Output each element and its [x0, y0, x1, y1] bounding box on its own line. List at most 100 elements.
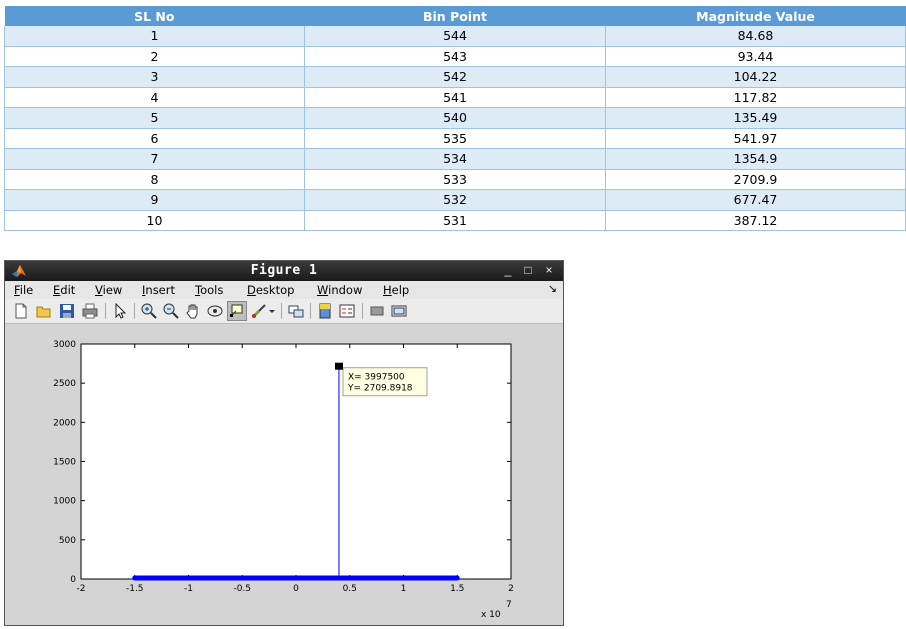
menu-insert[interactable]: Insert — [142, 283, 175, 297]
cell-sl-no: 3 — [4, 66, 305, 88]
x-tick-label: 1.5 — [450, 584, 464, 594]
x-tick-label: 2 — [508, 584, 514, 594]
cell-sl-no: 2 — [4, 46, 305, 67]
magnitude-table: SL No Bin Point Magnitude Value 1 544 84.6… — [4, 6, 906, 231]
plot-canvas[interactable]: -2 -1.5 -1 -0.5 0 0.5 1 1.5 2 0 500 1000 1500 2000 25… — [5, 324, 563, 624]
data-tip-y-text: Y= 2709.8918 — [347, 384, 413, 394]
cell-sl-no: 5 — [4, 107, 305, 129]
cell-bin-point: 534 — [304, 148, 606, 170]
cell-sl-no: 1 — [4, 26, 305, 47]
table-row: 7 534 1354.9 — [4, 148, 906, 170]
data-tip[interactable]: X= 3997500 Y= 2709.8918 — [334, 362, 428, 397]
menu-view-label: iew — [102, 283, 123, 297]
data-cursor-icon[interactable] — [227, 301, 247, 321]
toolbar-separator — [134, 303, 135, 319]
cell-magnitude-value: 2709.9 — [605, 169, 906, 190]
x-tick-label: -1 — [184, 584, 193, 594]
toolbar-separator — [105, 303, 106, 319]
menu-edit[interactable]: Edit — [53, 283, 75, 297]
cell-sl-no: 9 — [4, 189, 305, 211]
menu-tools-label: ools — [200, 283, 224, 297]
open-file-icon[interactable] — [35, 302, 53, 320]
x-tick-label: -2 — [77, 584, 86, 594]
menu-window[interactable]: Window — [317, 283, 362, 297]
menu-edit-label: dit — [60, 283, 76, 297]
y-tick-label: 1500 — [53, 458, 76, 468]
menu-desktop-mnemonic: D — [247, 283, 256, 297]
table-row: 9 532 677.47 — [4, 189, 906, 211]
window-titlebar[interactable]: Figure 1 _ □ × — [5, 261, 563, 281]
cell-bin-point: 542 — [304, 66, 606, 88]
y-tick-label: 2500 — [53, 379, 76, 389]
table-row: 2 543 93.44 — [4, 46, 906, 67]
cell-magnitude-value: 1354.9 — [605, 148, 906, 170]
menu-file-label: ile — [19, 283, 34, 297]
cell-bin-point: 543 — [304, 46, 606, 67]
cell-bin-point: 544 — [304, 26, 606, 47]
zoom-in-icon[interactable] — [140, 302, 158, 320]
menu-help-mnemonic: H — [383, 283, 392, 297]
y-tick-label: 500 — [59, 536, 76, 546]
insert-legend-icon[interactable] — [338, 302, 356, 320]
table-row: 3 542 104.22 — [4, 66, 906, 88]
cell-magnitude-value: 93.44 — [605, 46, 906, 67]
y-tick-label: 2000 — [53, 418, 76, 428]
header-sl-no: SL No — [4, 6, 305, 26]
print-icon[interactable] — [81, 302, 99, 320]
zoom-out-icon[interactable] — [162, 302, 180, 320]
new-figure-icon[interactable] — [12, 302, 30, 320]
pan-hand-icon[interactable] — [184, 302, 202, 320]
menu-tools[interactable]: Tools — [195, 283, 223, 297]
cell-bin-point: 540 — [304, 107, 606, 129]
menu-bar: File Edit View Insert Tools Desktop Wind… — [5, 281, 563, 299]
table-body: 1 544 84.68 2 543 93.44 3 542 104.22 4 541 117.82 5 5… — [4, 26, 906, 231]
hide-plot-tools-icon[interactable] — [368, 302, 386, 320]
y-tick-label: 0 — [70, 575, 76, 585]
menu-view-mnemonic: V — [95, 283, 103, 297]
edit-plot-arrow-icon[interactable] — [111, 302, 129, 320]
menu-window-label: indow — [328, 283, 363, 297]
cell-magnitude-value: 541.97 — [605, 128, 906, 149]
cell-bin-point: 541 — [304, 87, 606, 108]
figure-toolbar — [5, 299, 563, 324]
window-title: Figure 1 — [250, 263, 318, 278]
menu-view[interactable]: View — [95, 283, 122, 297]
save-icon[interactable] — [58, 302, 76, 320]
table-row: 10 531 387.12 — [4, 210, 906, 231]
figure-window: Figure 1 _ □ × File Edit View Insert Too… — [4, 260, 564, 626]
plot-axes[interactable] — [80, 343, 512, 580]
toolbar-separator — [310, 303, 311, 319]
menu-help[interactable]: Help — [383, 283, 409, 297]
menu-desktop-label: esktop — [255, 283, 295, 297]
cell-sl-no: 10 — [4, 210, 305, 231]
show-plot-tools-icon[interactable] — [390, 302, 408, 320]
brush-icon[interactable] — [250, 302, 268, 320]
cell-magnitude-value: 117.82 — [605, 87, 906, 108]
toolbar-separator — [362, 303, 363, 319]
cell-magnitude-value: 104.22 — [605, 66, 906, 88]
x-tick-label: -1.5 — [126, 584, 144, 594]
close-button[interactable]: × — [542, 263, 556, 277]
cell-bin-point: 533 — [304, 169, 606, 190]
header-bin-point: Bin Point — [304, 6, 606, 26]
menu-desktop[interactable]: Desktop — [247, 283, 294, 297]
rotate-3d-icon[interactable] — [206, 302, 224, 320]
minimize-button[interactable]: _ — [501, 263, 515, 277]
dock-figure-icon[interactable]: ↘ — [548, 282, 557, 295]
link-plot-icon[interactable] — [287, 302, 305, 320]
menu-help-label: elp — [391, 283, 410, 297]
data-tip-marker[interactable] — [334, 362, 343, 370]
x-tick-label: -0.5 — [233, 584, 251, 594]
cell-sl-no: 8 — [4, 169, 305, 190]
axes-box[interactable] — [80, 343, 512, 580]
menu-insert-label: nsert — [145, 283, 175, 297]
cell-magnitude-value: 84.68 — [605, 26, 906, 47]
y-tick-label: 3000 — [53, 340, 76, 350]
maximize-button[interactable]: □ — [521, 263, 535, 277]
menu-file[interactable]: File — [14, 283, 33, 297]
header-magnitude-value: Magnitude Value — [605, 6, 906, 26]
menu-window-mnemonic: W — [317, 283, 329, 297]
brush-dropdown-icon[interactable] — [267, 302, 277, 320]
insert-colorbar-icon[interactable] — [316, 302, 334, 320]
y-tick-label: 1000 — [53, 497, 76, 507]
